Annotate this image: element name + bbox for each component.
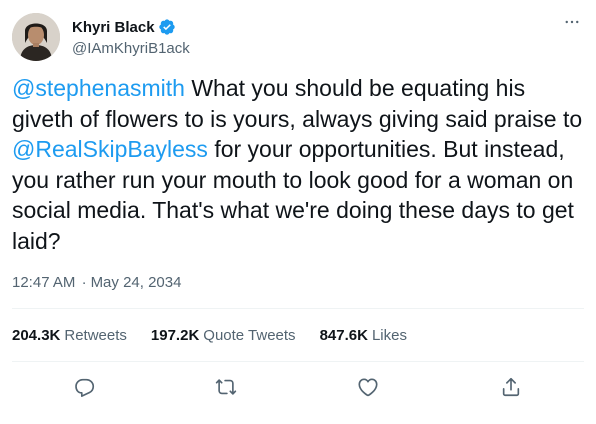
engagement-stats: 204.3K Retweets 197.2K Quote Tweets 847.6K… — [12, 327, 431, 344]
retweets-stat[interactable]: 204.3K Retweets — [12, 327, 127, 344]
retweets-label: Retweets — [64, 327, 127, 344]
tweet-header: Khyri Black @IAmKhyriB1ack — [12, 12, 190, 62]
more-options-button[interactable] — [562, 12, 582, 32]
author-display-name[interactable]: Khyri Black — [72, 19, 155, 36]
avatar[interactable] — [12, 13, 60, 61]
likes-label: Likes — [371, 327, 407, 344]
reply-icon — [75, 378, 95, 397]
tweet-time[interactable]: 12:47 AM — [12, 274, 75, 291]
retweets-count: 204.3K — [12, 327, 61, 344]
tweet-timestamp[interactable]: 12:47 AM · May 24, 2034 — [12, 274, 181, 291]
timestamp-separator: · — [81, 274, 87, 291]
mention-link[interactable]: @RealSkipBayless — [12, 136, 208, 162]
heart-icon — [358, 378, 378, 397]
quote-tweets-count: 197.2K — [150, 327, 200, 344]
quote-tweets-label: Quote Tweets — [203, 327, 296, 344]
like-button[interactable] — [355, 374, 381, 400]
verified-badge-icon — [158, 18, 176, 36]
tweet-card: Khyri Black @IAmKhyriB1ack @stephenasmit… — [0, 0, 596, 424]
likes-count: 847.6K — [319, 327, 368, 344]
retweet-button[interactable] — [213, 374, 239, 400]
reply-button[interactable] — [72, 374, 98, 400]
tweet-text: @stephenasmith What you should be equati… — [12, 73, 587, 256]
tweet-date[interactable]: May 24, 2034 — [91, 274, 182, 291]
quote-tweets-stat[interactable]: 197.2K Quote Tweets — [151, 327, 296, 344]
mention-link[interactable]: @stephenasmith — [12, 75, 185, 101]
more-horizontal-icon — [565, 20, 579, 24]
likes-stat[interactable]: 847.6K Likes — [320, 327, 407, 344]
author-info: Khyri Black @IAmKhyriB1ack — [72, 17, 190, 58]
action-bar — [0, 374, 596, 400]
share-icon — [502, 377, 520, 397]
divider — [12, 308, 584, 309]
name-row: Khyri Black — [72, 17, 190, 37]
retweet-icon — [215, 379, 237, 395]
avatar-photo — [12, 13, 60, 61]
divider — [12, 361, 584, 362]
author-handle[interactable]: @IAmKhyriB1ack — [72, 40, 190, 57]
share-button[interactable] — [498, 374, 524, 400]
